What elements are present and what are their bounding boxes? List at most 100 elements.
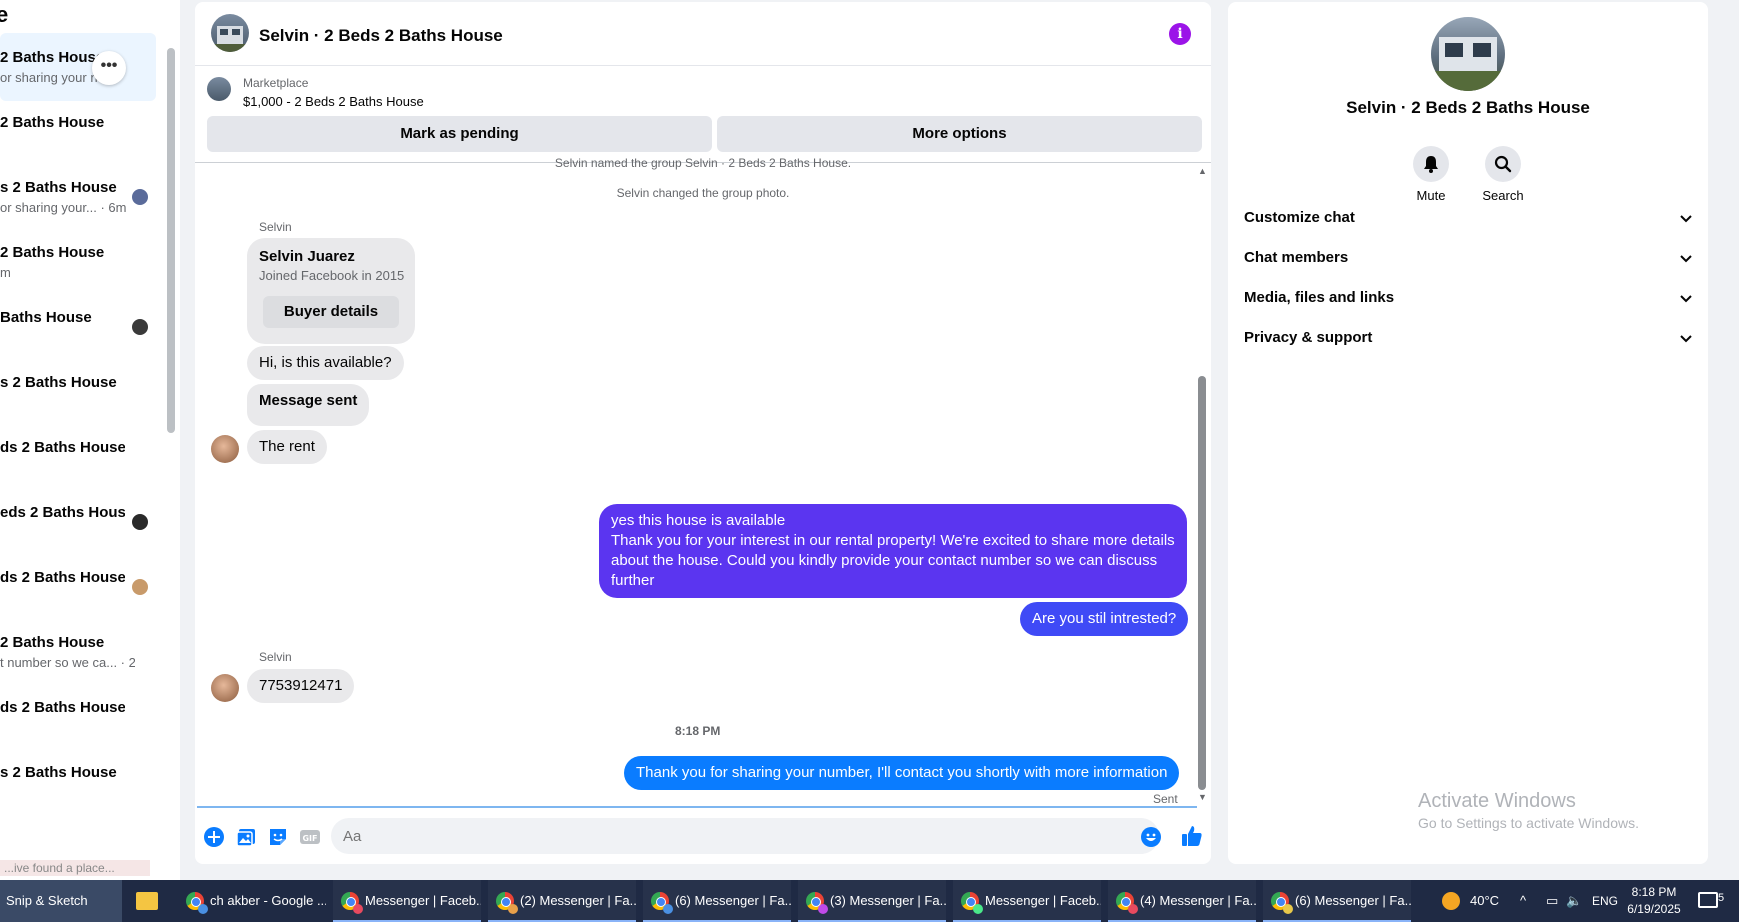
taskbar-chrome-window[interactable]: (2) Messenger | Fa...	[488, 880, 636, 922]
conversation-name: ds 2 Baths House	[0, 569, 125, 586]
search-icon[interactable]	[1485, 146, 1521, 182]
temperature-text[interactable]: 40°C	[1470, 880, 1499, 922]
message-bubble-outgoing[interactable]: Thank you for sharing your number, I'll …	[624, 756, 1180, 790]
profile-badge-icon	[973, 904, 983, 914]
taskbar-chrome-window[interactable]: Messenger | Faceb...	[333, 880, 481, 922]
conversation-name: eds 2 Baths House	[0, 504, 125, 521]
conversation-item[interactable]: Baths House	[0, 293, 156, 361]
info-icon[interactable]: i	[1169, 23, 1191, 45]
message-sent-bubble[interactable]: Message sent	[247, 384, 370, 426]
conversation-scroll-thumb[interactable]	[1198, 376, 1206, 790]
profile-badge-icon	[1283, 904, 1293, 914]
profile-badge-icon	[663, 904, 673, 914]
taskbar-chrome-window[interactable]: (3) Messenger | Fa...	[798, 880, 946, 922]
details-row-label: Chat members	[1244, 249, 1349, 266]
conversation-item[interactable]: ds 2 Baths House	[0, 423, 156, 491]
network-icon[interactable]: ▭	[1546, 880, 1558, 922]
conversation-name: 2 Baths House	[0, 634, 105, 651]
conversation-item[interactable]: 2 Baths House t number so we ca... · 2w	[0, 618, 156, 686]
group-avatar-large[interactable]	[1431, 17, 1505, 91]
scroll-up-arrow-icon[interactable]: ▲	[1198, 166, 1207, 176]
chat-list-panel: e 2 Baths House or sharing your n ••• 2 Bat…	[0, 0, 180, 880]
message-bubble-outgoing[interactable]: yes this house is available Thank you fo…	[599, 504, 1187, 598]
sender-name: Selvin	[259, 650, 292, 664]
message-bubble-incoming[interactable]: Hi, is this available?	[247, 346, 404, 380]
conversation-item[interactable]: s 2 Baths House	[0, 748, 156, 816]
taskbar-chrome-window[interactable]: (6) Messenger | Fa...	[1263, 880, 1411, 922]
message-bubble-incoming[interactable]: The rent	[247, 430, 327, 464]
message-bubble-outgoing[interactable]: Are you stil intrested?	[1020, 602, 1189, 636]
sender-avatar[interactable]	[211, 435, 239, 463]
details-row-privacy-support[interactable]: Privacy & support	[1244, 318, 1694, 358]
mute-action[interactable]: Mute	[1401, 146, 1461, 203]
conversation-preview: or sharing your... · 6m	[0, 200, 127, 215]
listing-thumbnail[interactable]	[207, 77, 231, 101]
more-options-button[interactable]: More options	[717, 116, 1202, 152]
conversation-item[interactable]: ds 2 Baths House	[0, 553, 156, 621]
chevron-down-icon[interactable]	[1678, 250, 1694, 266]
conversation-item[interactable]: eds 2 Baths House	[0, 488, 156, 556]
taskbar-chrome-window[interactable]: (4) Messenger | Fa...	[1108, 880, 1256, 922]
buyer-details-button[interactable]: Buyer details	[263, 296, 399, 328]
bell-icon[interactable]	[1413, 146, 1449, 182]
details-row-chat-members[interactable]: Chat members	[1244, 238, 1694, 278]
mark-as-pending-button[interactable]: Mark as pending	[207, 116, 712, 152]
listing-title[interactable]: $1,000 - 2 Beds 2 Baths House	[243, 94, 424, 109]
windows-taskbar: Snip & Sketch ch akber - Google ... Messe…	[0, 880, 1739, 922]
chevron-down-icon[interactable]	[1678, 210, 1694, 226]
conversation-title[interactable]: Selvin · 2 Beds 2 Baths House	[259, 26, 503, 46]
details-panel: Selvin · 2 Beds 2 Baths House Mute Searc…	[1228, 2, 1708, 864]
taskbar-chrome-window[interactable]: Messenger | Faceb...	[953, 880, 1101, 922]
gif-icon[interactable]: GIF	[299, 826, 321, 848]
sender-avatar[interactable]	[211, 674, 239, 702]
conversation-preview: t number so we ca... · 2w	[0, 655, 135, 670]
conversation-item[interactable]: ds 2 Baths House	[0, 683, 156, 751]
chevron-down-icon[interactable]	[1678, 290, 1694, 306]
conversation-name: ds 2 Baths House	[0, 699, 125, 716]
search-action[interactable]: Search	[1473, 146, 1533, 203]
conversation-name: s 2 Baths House	[0, 374, 117, 391]
taskbar-window-title: (3) Messenger | Fa...	[830, 893, 946, 908]
conversation-item[interactable]: 2 Baths House	[0, 98, 156, 166]
thumbs-up-icon[interactable]	[1180, 824, 1202, 846]
svg-text:GIF: GIF	[302, 834, 317, 843]
tray-chevron-icon[interactable]: ^	[1520, 880, 1526, 922]
taskbar-snip-sketch[interactable]: Snip & Sketch	[0, 880, 122, 922]
read-receipt-avatar	[132, 319, 148, 335]
sticker-icon[interactable]	[267, 826, 289, 848]
read-receipt-avatar	[132, 579, 148, 595]
conversation-item[interactable]: 2 Baths House or sharing your n •••	[0, 33, 156, 101]
read-receipt-avatar	[132, 189, 148, 205]
conversation-item[interactable]: s 2 Baths House or sharing your... · 6m	[0, 163, 156, 231]
file-explorer-icon[interactable]	[136, 892, 158, 910]
details-row-customize-chat[interactable]: Customize chat	[1244, 198, 1694, 238]
plus-icon[interactable]	[203, 826, 225, 848]
conversation-item[interactable]: 2 Baths House m	[0, 228, 156, 296]
photo-icon[interactable]	[235, 826, 257, 848]
conversation-name: 2 Baths House	[0, 114, 105, 131]
read-receipt-avatar	[132, 514, 148, 530]
volume-icon[interactable]: 🔈	[1566, 880, 1582, 922]
profile-badge-icon	[198, 904, 208, 914]
group-avatar[interactable]	[211, 14, 249, 52]
taskbar-chrome-window[interactable]: (6) Messenger | Fa...	[643, 880, 791, 922]
taskbar-chrome-window[interactable]: ch akber - Google ...	[178, 880, 326, 922]
notification-icon[interactable]	[1698, 892, 1718, 908]
taskbar-clock[interactable]: 8:18 PM 6/19/2025	[1624, 884, 1684, 918]
emoji-icon[interactable]	[1140, 826, 1162, 848]
details-row-media-files-and-links[interactable]: Media, files and links	[1244, 278, 1694, 318]
taskbar-window-title: Messenger | Faceb...	[365, 893, 481, 908]
chevron-down-icon[interactable]	[1678, 330, 1694, 346]
more-options-icon[interactable]: •••	[92, 51, 126, 85]
details-title: Selvin · 2 Beds 2 Baths House	[1346, 98, 1590, 117]
scroll-down-arrow-icon[interactable]: ▼	[1198, 792, 1207, 802]
message-bubble-incoming[interactable]: 7753912471	[247, 669, 355, 703]
conversation-item[interactable]: s 2 Baths House	[0, 358, 156, 426]
details-row-label: Media, files and links	[1244, 289, 1395, 306]
message-input[interactable]	[331, 818, 1159, 854]
weather-icon[interactable]	[1442, 892, 1460, 910]
composer-focus-line	[197, 806, 1197, 808]
language-indicator[interactable]: ENG	[1592, 880, 1618, 922]
chat-list-scroll-thumb[interactable]	[167, 48, 175, 433]
taskbar-window-title: (6) Messenger | Fa...	[675, 893, 791, 908]
